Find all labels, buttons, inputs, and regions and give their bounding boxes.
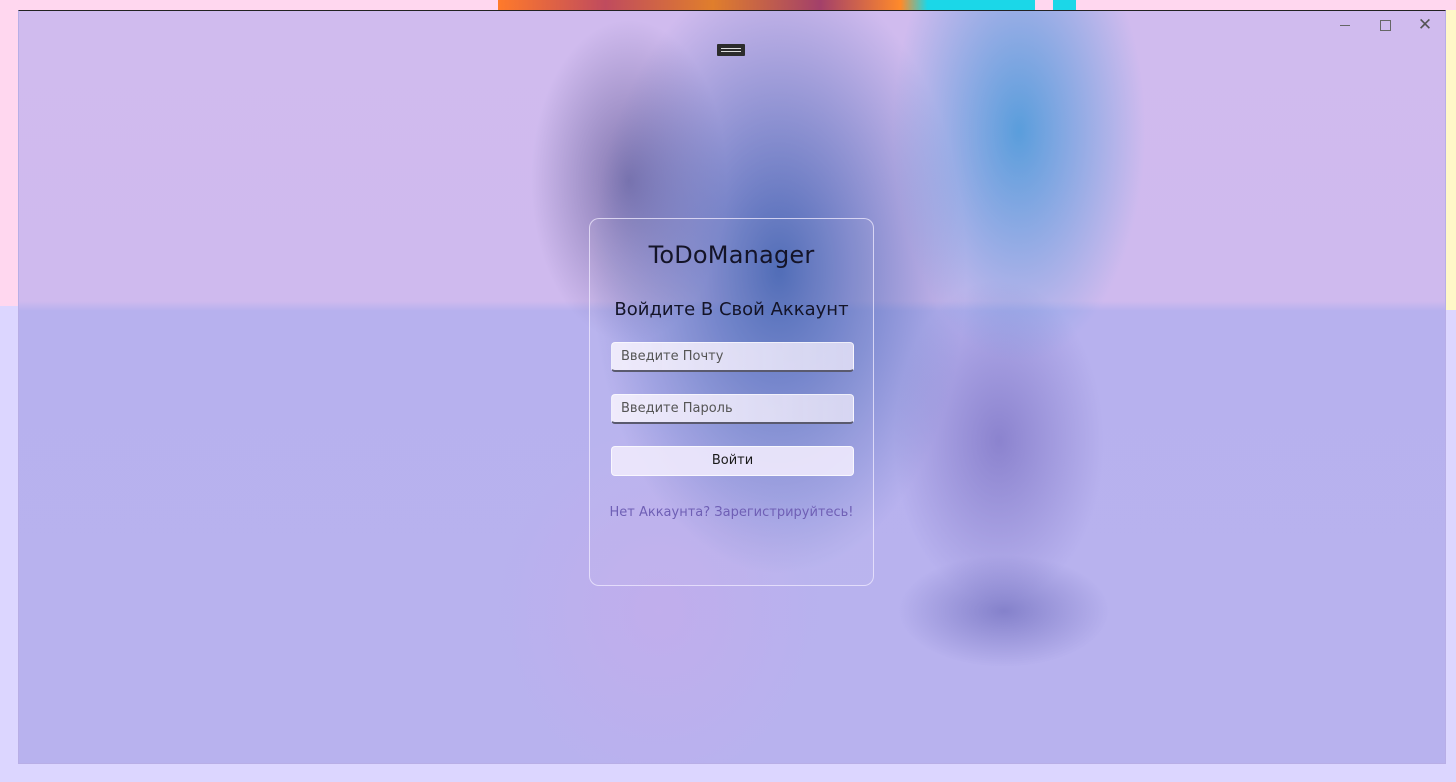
app-window: ✕ ToDoManager Войдите В Свой Аккаунт Вой… [18, 10, 1446, 764]
register-link[interactable]: Нет Аккаунта? Зарегистрируйтесь! [590, 505, 873, 520]
close-icon: ✕ [1417, 15, 1433, 35]
maximize-button[interactable] [1365, 11, 1405, 39]
maximize-icon [1379, 19, 1391, 31]
password-input[interactable] [611, 394, 854, 424]
login-button[interactable]: Войти [611, 446, 854, 476]
login-subtitle: Войдите В Свой Аккаунт [614, 299, 849, 320]
close-button[interactable]: ✕ [1405, 11, 1445, 39]
minimize-icon [1340, 24, 1350, 26]
window-caption-buttons: ✕ [1325, 11, 1445, 39]
login-card: ToDoManager Войдите В Свой Аккаунт Войти… [589, 218, 874, 586]
email-input[interactable] [611, 342, 854, 372]
minimize-button[interactable] [1325, 11, 1365, 39]
app-title: ToDoManager [648, 241, 815, 269]
drag-handle-icon[interactable] [717, 44, 745, 56]
